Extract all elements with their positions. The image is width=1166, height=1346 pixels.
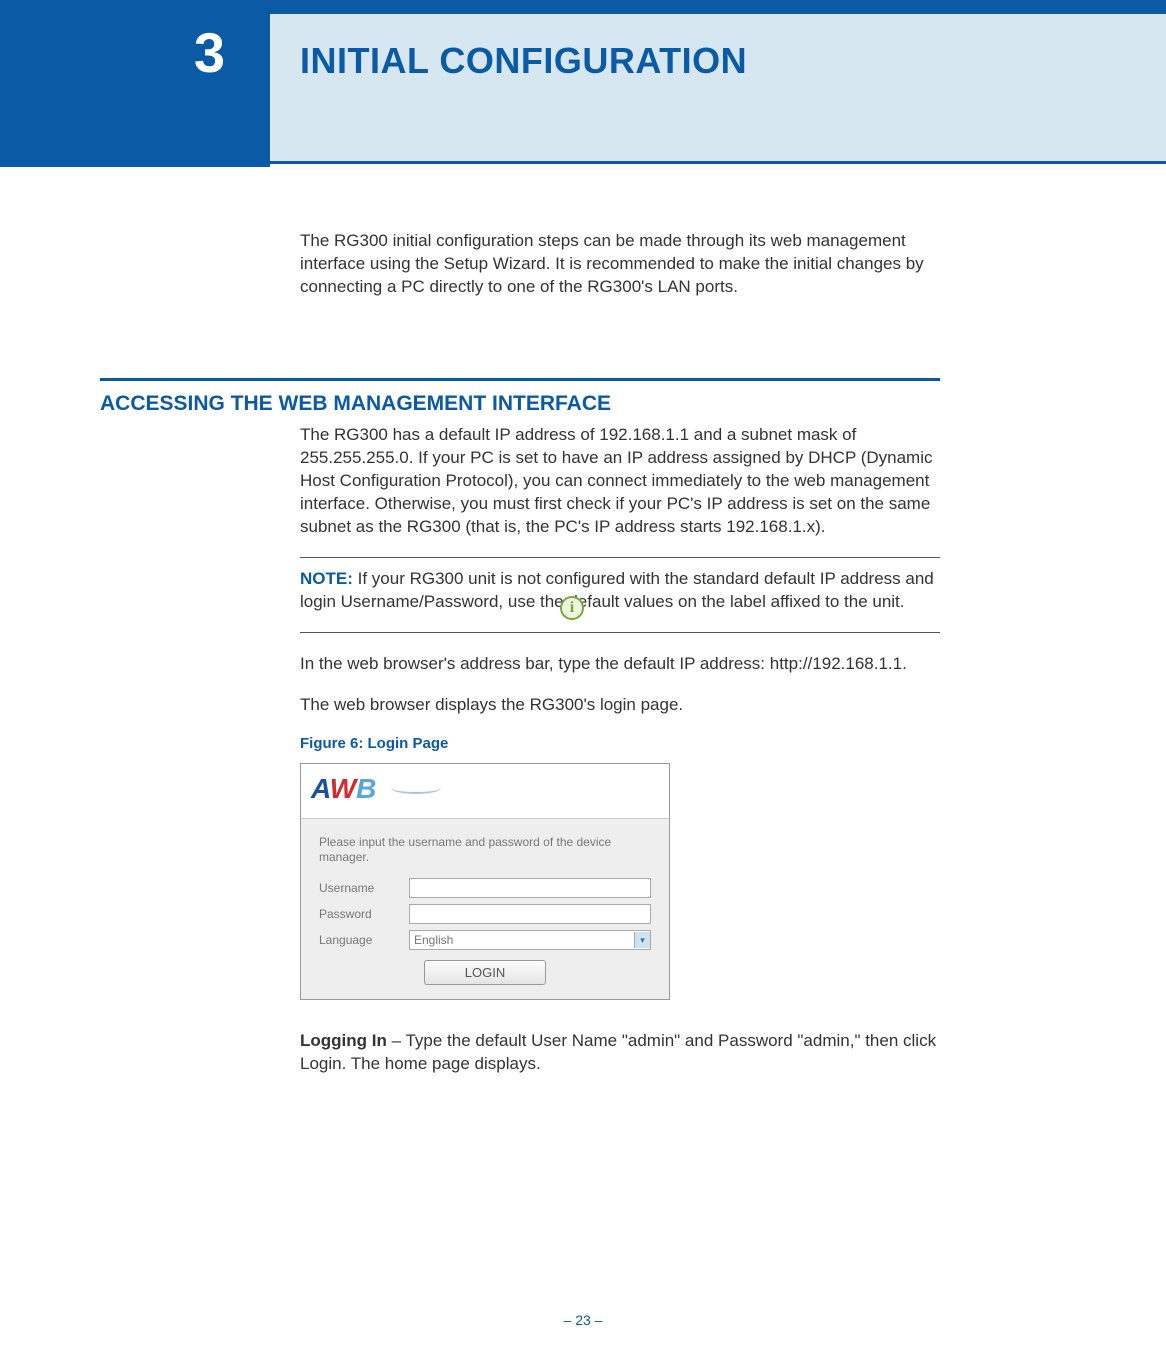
note-label: NOTE:: [300, 569, 353, 588]
login-figure-header: AWB: [301, 764, 669, 819]
logging-in-text: – Type the default User Name "admin" and…: [300, 1031, 936, 1073]
figure-caption: Figure 6: Login Page: [300, 734, 940, 754]
logging-in-paragraph: Logging In – Type the default User Name …: [300, 1030, 940, 1076]
login-instruction: Please input the username and password o…: [319, 835, 651, 866]
password-input[interactable]: [409, 904, 651, 924]
logo-letter-w: W: [330, 773, 356, 804]
section1-p1: The RG300 has a default IP address of 19…: [300, 424, 940, 539]
logo: AWB: [311, 773, 376, 804]
login-figure-body: Please input the username and password o…: [301, 819, 669, 1000]
username-label: Username: [319, 880, 409, 896]
login-figure: AWB Please input the username and passwo…: [300, 763, 670, 1001]
username-input[interactable]: [409, 878, 651, 898]
logo-letter-a: A: [311, 773, 330, 804]
chevron-down-icon: ▾: [634, 932, 650, 948]
username-row: Username: [319, 878, 651, 898]
page-number: – 23 –: [0, 1312, 1166, 1328]
login-page-intro: The web browser displays the RG300's log…: [300, 694, 940, 717]
login-button[interactable]: LOGIN: [424, 960, 546, 986]
note-text: If your RG300 unit is not configured wit…: [300, 569, 934, 611]
login-button-row: LOGIN: [319, 960, 651, 986]
chapter-number-box: 3: [0, 0, 270, 167]
browser-instruction: In the web browser's address bar, type t…: [300, 653, 940, 676]
logo-swoosh: [391, 782, 441, 794]
chapter-number: 3: [194, 20, 225, 85]
language-select[interactable]: English ▾: [409, 930, 651, 950]
language-value: English: [414, 932, 453, 948]
note-rule-bottom: [300, 632, 940, 633]
chapter-title: INITIAL CONFIGURATION: [300, 40, 747, 82]
language-label: Language: [319, 932, 409, 948]
note-rule-top: [300, 557, 940, 558]
section1-content: The RG300 has a default IP address of 19…: [300, 424, 940, 1094]
language-row: Language English ▾: [319, 930, 651, 950]
logo-letter-b: B: [356, 773, 376, 804]
intro-paragraph: The RG300 initial configuration steps ca…: [300, 230, 940, 299]
password-row: Password: [319, 904, 651, 924]
section-heading: ACCESSING THE WEB MANAGEMENT INTERFACE: [100, 392, 940, 416]
info-icon: i: [560, 596, 584, 620]
logging-in-label: Logging In: [300, 1031, 387, 1050]
body-content: The RG300 initial configuration steps ca…: [300, 230, 940, 317]
section-rule: [100, 378, 940, 381]
note-paragraph: NOTE: If your RG300 unit is not configur…: [300, 568, 940, 614]
password-label: Password: [319, 906, 409, 922]
